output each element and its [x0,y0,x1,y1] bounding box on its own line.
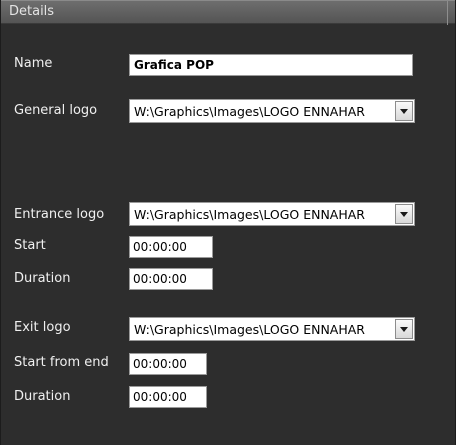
exit-start-from-end-field[interactable]: 00:00:00 [129,353,207,375]
name-label: Name [14,56,53,71]
entrance-duration-label: Duration [14,271,71,286]
exit-duration-field[interactable]: 00:00:00 [129,386,207,408]
entrance-start-field[interactable]: 00:00:00 [129,236,213,258]
entrance-logo-value: W:\Graphics\Images\LOGO ENNAHAR [134,207,365,222]
details-header: Details [1,0,455,25]
exit-duration-label: Duration [14,389,71,404]
entrance-logo-label: Entrance logo [14,207,105,222]
chevron-down-icon [400,212,408,217]
chevron-down-icon [400,109,408,114]
exit-logo-dropdown-button[interactable] [395,319,413,339]
name-field[interactable]: Grafica POP [129,54,413,76]
details-title: Details [9,4,55,19]
exit-logo-label: Exit logo [14,320,71,335]
general-logo-dropdown-button[interactable] [395,101,413,121]
chevron-down-icon [400,327,408,332]
exit-logo-value: W:\Graphics\Images\LOGO ENNAHAR [134,322,365,337]
header-divider [447,1,448,25]
entrance-duration-field[interactable]: 00:00:00 [129,268,213,290]
details-panel: Details Name Grafica POP General logo W:… [0,0,456,445]
entrance-logo-dropdown-button[interactable] [395,204,413,224]
general-logo-value: W:\Graphics\Images\LOGO ENNAHAR [134,104,365,119]
exit-logo-select[interactable]: W:\Graphics\Images\LOGO ENNAHAR [129,317,415,341]
general-logo-select[interactable]: W:\Graphics\Images\LOGO ENNAHAR [129,99,415,123]
general-logo-label: General logo [14,103,98,118]
entrance-logo-select[interactable]: W:\Graphics\Images\LOGO ENNAHAR [129,202,415,226]
exit-start-from-end-label: Start from end [14,355,109,370]
entrance-start-label: Start [14,238,46,253]
